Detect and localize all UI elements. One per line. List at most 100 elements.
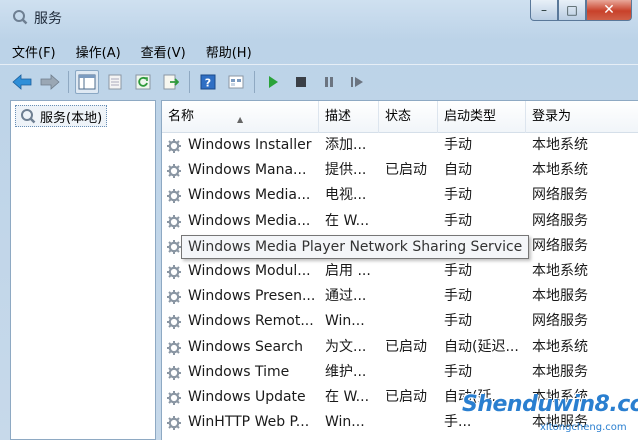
service-desc-cell: 通过... (325, 288, 367, 305)
service-name-cell: Windows Modul... (188, 263, 311, 279)
export-button[interactable] (159, 70, 183, 94)
service-desc-cell: 维护... (325, 363, 367, 380)
properties-button[interactable] (103, 70, 127, 94)
service-startup-cell: 手动 (444, 212, 472, 229)
menu-help[interactable]: 帮助(H) (206, 42, 252, 61)
service-gear-icon (167, 239, 181, 254)
service-row[interactable]: Windows Time 维护... 手动 本地服务 (162, 360, 638, 385)
start-icon (269, 75, 278, 88)
service-startup-cell: 自动 (444, 162, 472, 179)
close-button[interactable]: ✕ (586, 0, 632, 21)
refresh-icon (135, 74, 151, 89)
service-logon-cell: 本地系统 (532, 338, 588, 355)
refresh-button[interactable] (131, 70, 155, 94)
service-name-cell: Windows Media... (188, 212, 311, 229)
service-logon-cell: 网络服务 (532, 313, 588, 330)
service-name-cell: Windows Mana... (188, 162, 307, 179)
service-startup-cell: 手动 (444, 288, 472, 305)
column-header-startup-type[interactable]: 启动类型 (438, 101, 526, 133)
title-bar[interactable]: 服务 – □ ✕ (0, 0, 638, 34)
site-watermark: Shenduwin8.com xitongcheng.com (462, 384, 638, 440)
service-row[interactable]: Windows Installer 添加... 手动 本地系统 (162, 133, 638, 158)
toolbar: ? (0, 64, 638, 98)
service-row[interactable]: Windows Mana... 提供... 已启动 自动 本地系统 (162, 158, 638, 183)
service-desc-cell: 添加... (325, 137, 367, 153)
service-desc-cell: 在 W... (325, 389, 370, 405)
service-startup-cell: 手动 (444, 187, 472, 204)
service-logon-cell: 本地系统 (532, 263, 588, 279)
restart-icon (351, 76, 363, 87)
tree-item-services-local[interactable]: 服务(本地) (15, 105, 108, 127)
service-status-cell: 已启动 (385, 389, 427, 405)
console-tree-button[interactable] (75, 69, 99, 94)
service-row[interactable]: Windows Modul... 启用 ... 手动 本地系统 (162, 259, 638, 284)
menu-action[interactable]: 操作(A) (76, 42, 121, 61)
start-service-button[interactable] (261, 70, 285, 94)
menu-file[interactable]: 文件(F) (12, 42, 56, 61)
service-gear-icon (167, 340, 181, 355)
help-icon: ? (200, 74, 216, 89)
service-status-cell (385, 209, 437, 234)
service-row[interactable]: Windows Presen... 通过... 手动 本地服务 (162, 284, 638, 309)
forward-button[interactable] (38, 70, 62, 94)
service-startup-cell: 手动 (444, 137, 472, 153)
forward-icon (40, 73, 60, 90)
service-status-cell (385, 360, 437, 385)
column-header-status[interactable]: 状态 (379, 101, 438, 133)
service-logon-cell: 本地系统 (532, 137, 588, 153)
service-row[interactable]: Windows Remot... Win... 手动 网络服务 (162, 309, 638, 334)
service-row[interactable]: Windows Media... 在 W... 手动 网络服务 (162, 209, 638, 234)
svg-text:?: ? (205, 76, 211, 89)
stop-service-button[interactable] (289, 70, 313, 94)
pause-service-button[interactable] (317, 70, 341, 94)
service-gear-icon (167, 214, 181, 229)
service-desc-cell: Win... (325, 414, 365, 431)
restart-service-button[interactable] (345, 70, 369, 94)
service-gear-icon (167, 139, 181, 153)
service-gear-icon (167, 265, 181, 279)
service-name-cell: Windows Update (188, 389, 306, 405)
column-header-description[interactable]: 描述 (319, 101, 379, 133)
service-name-tooltip: Windows Media Player Network Sharing Ser… (181, 235, 530, 259)
window-title: 服务 (34, 11, 62, 27)
column-header-row: 名称 ▲ 描述 状态 启动类型 登录为 (162, 101, 638, 133)
service-status-cell (385, 284, 437, 309)
service-status-cell (385, 259, 437, 284)
service-name-cell: Windows Media... (188, 187, 311, 204)
service-name-cell: Windows Remot... (188, 313, 314, 330)
service-status-cell (385, 309, 437, 334)
service-row[interactable]: Windows Media... 电视... 手动 网络服务 (162, 183, 638, 208)
service-startup-cell: 手动 (444, 363, 472, 380)
service-row[interactable]: Windows Search 为文... 已启动 自动(延迟... 本地系统 (162, 335, 638, 360)
back-button[interactable] (10, 70, 34, 94)
service-gear-icon (167, 391, 181, 405)
service-gear-icon (167, 315, 181, 330)
menu-bar: 文件(F) 操作(A) 查看(V) 帮助(H) (0, 40, 638, 62)
service-status-cell (385, 183, 437, 208)
services-gear-icon (13, 10, 28, 25)
service-gear-icon (167, 416, 181, 431)
console-tree-icon (78, 74, 96, 89)
service-startup-cell: 手动 (444, 263, 472, 279)
view-button[interactable] (224, 70, 248, 94)
service-desc-cell: 为文... (325, 338, 367, 355)
minimize-button[interactable]: – (530, 0, 558, 21)
service-name-cell: WinHTTP Web P... (188, 414, 310, 431)
service-logon-cell: 网络服务 (532, 212, 588, 229)
column-header-name-label: 名称 (168, 109, 195, 124)
watermark-subtext: xitongcheng.com (540, 422, 627, 433)
help-button[interactable]: ? (196, 70, 220, 94)
service-name-cell: Windows Time (188, 363, 290, 380)
services-tree-icon (21, 109, 36, 124)
tree-item-label: 服务(本地) (40, 110, 103, 126)
export-icon (163, 74, 179, 89)
column-header-logon-as[interactable]: 登录为 (526, 101, 638, 133)
service-desc-cell: 提供... (325, 162, 367, 179)
maximize-button[interactable]: □ (558, 0, 586, 21)
column-header-name[interactable]: 名称 ▲ (162, 101, 319, 133)
service-name-cell: Windows Installer (188, 137, 312, 153)
service-desc-cell: 在 W... (325, 212, 370, 229)
service-startup-cell: 自动(延迟... (444, 338, 519, 355)
menu-view[interactable]: 查看(V) (141, 42, 186, 61)
stop-icon (296, 76, 306, 87)
